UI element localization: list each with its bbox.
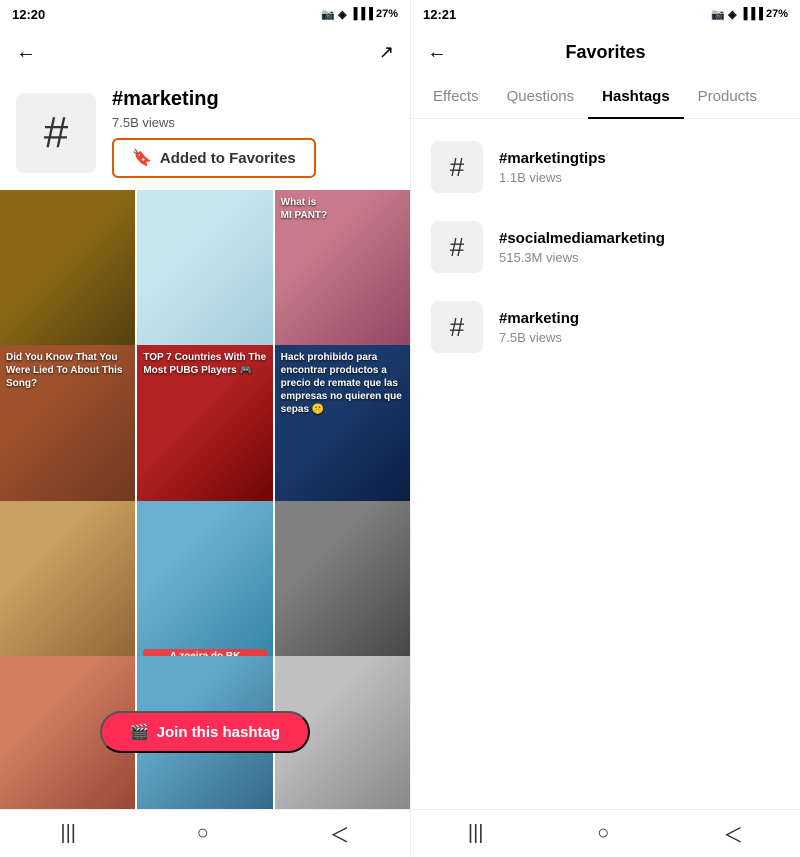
right-status-bar: 12:21 📷 ◈ ▐▐▐ 27% — [411, 0, 800, 28]
hash-info-1: #marketingtips 1.1B views — [499, 150, 606, 185]
hashtag-views: 7.5B views — [112, 115, 316, 130]
left-time: 12:20 — [12, 7, 45, 22]
left-panel: 12:20 📷 ◈ ▐▐▐ 27% ← ↗ # #marketing 7.5B … — [0, 0, 410, 857]
tab-hashtags[interactable]: Hashtags — [588, 76, 684, 119]
video-cell-2[interactable] — [137, 190, 272, 370]
video-grid: What isMI PANT? Did You Know That You We… — [0, 190, 410, 809]
list-item-2[interactable]: # #socialmediamarketing 515.3M views — [411, 207, 800, 287]
share-button[interactable]: ↗ — [379, 42, 394, 63]
hash-views-2: 515.3M views — [499, 250, 665, 265]
right-status-icons: 📷 ◈ ▐▐▐ 27% — [711, 8, 788, 21]
hashtag-icon: # — [16, 93, 96, 173]
list-item-1[interactable]: # #marketingtips 1.1B views — [411, 127, 800, 207]
tabs-row: Effects Questions Hashtags Products — [411, 76, 800, 119]
hash-icon-1: # — [431, 141, 483, 193]
tab-products[interactable]: Products — [684, 76, 771, 119]
hash-icon-3: # — [431, 301, 483, 353]
right-nav-menu[interactable]: ||| — [468, 822, 484, 845]
bookmark-icon: 🔖 — [132, 148, 152, 168]
video-overlay-5: TOP 7 Countries With The Most PUBG Playe… — [143, 351, 266, 377]
video-cell-4[interactable]: Did You Know That You Were Lied To About… — [0, 345, 135, 525]
hashtag-header: # #marketing 7.5B views 🔖 Added to Favor… — [0, 76, 410, 190]
back-button[interactable]: ← — [16, 41, 36, 64]
right-panel: 12:21 📷 ◈ ▐▐▐ 27% ← Favorites Effects Qu… — [410, 0, 800, 857]
video-overlay-4: Did You Know That You Were Lied To About… — [6, 351, 129, 390]
video-cell-9[interactable] — [275, 501, 410, 681]
video-cell-8[interactable]: A zoeira do BKnão tem limite! — [137, 501, 272, 681]
tab-effects[interactable]: Effects — [419, 76, 493, 119]
hash-name-1: #marketingtips — [499, 150, 606, 167]
left-status-icons: 📷 ◈ ▐▐▐ 27% — [321, 8, 398, 21]
hashtag-info: #marketing 7.5B views 🔖 Added to Favorit… — [112, 88, 316, 178]
right-bottom-nav: ||| ○ ＜ — [411, 809, 800, 857]
favorites-button[interactable]: 🔖 Added to Favorites — [112, 138, 316, 178]
left-nav-home[interactable]: ○ — [197, 822, 209, 845]
video-overlay-3: What isMI PANT? — [281, 196, 404, 222]
right-nav-home[interactable]: ○ — [597, 822, 609, 845]
video-cell-6[interactable]: Hack prohibido para encontrar productos … — [275, 345, 410, 525]
join-icon: 🎬 — [130, 723, 149, 741]
hash-info-2: #socialmediamarketing 515.3M views — [499, 230, 665, 265]
hashtag-title: #marketing — [112, 88, 316, 111]
hashtag-list: # #marketingtips 1.1B views # #socialmed… — [411, 119, 800, 809]
video-cell-3[interactable]: What isMI PANT? — [275, 190, 410, 370]
right-back-button[interactable]: ← — [427, 41, 447, 64]
video-cell-5[interactable]: TOP 7 Countries With The Most PUBG Playe… — [137, 345, 272, 525]
left-nav-back[interactable]: ＜ — [330, 819, 350, 848]
left-top-nav: ← ↗ — [0, 28, 410, 76]
favorites-label: Added to Favorites — [160, 150, 296, 167]
right-time: 12:21 — [423, 7, 456, 22]
right-nav-back[interactable]: ＜ — [723, 819, 743, 848]
join-label: Join this hashtag — [157, 724, 280, 741]
video-cell-7[interactable] — [0, 501, 135, 681]
hash-icon-2: # — [431, 221, 483, 273]
video-cell-1[interactable] — [0, 190, 135, 370]
join-hashtag-button[interactable]: 🎬 Join this hashtag — [100, 711, 310, 753]
hash-views-3: 7.5B views — [499, 330, 579, 345]
tab-questions[interactable]: Questions — [493, 76, 589, 119]
right-top-nav: ← Favorites — [411, 28, 800, 76]
right-title: Favorites — [565, 42, 645, 63]
video-overlay-6: Hack prohibido para encontrar productos … — [281, 351, 404, 416]
hash-name-3: #marketing — [499, 310, 579, 327]
left-nav-menu[interactable]: ||| — [60, 822, 76, 845]
left-bottom-nav: ||| ○ ＜ — [0, 809, 410, 857]
left-status-bar: 12:20 📷 ◈ ▐▐▐ 27% — [0, 0, 410, 28]
hash-views-1: 1.1B views — [499, 170, 606, 185]
hash-name-2: #socialmediamarketing — [499, 230, 665, 247]
hash-info-3: #marketing 7.5B views — [499, 310, 579, 345]
list-item-3[interactable]: # #marketing 7.5B views — [411, 287, 800, 367]
